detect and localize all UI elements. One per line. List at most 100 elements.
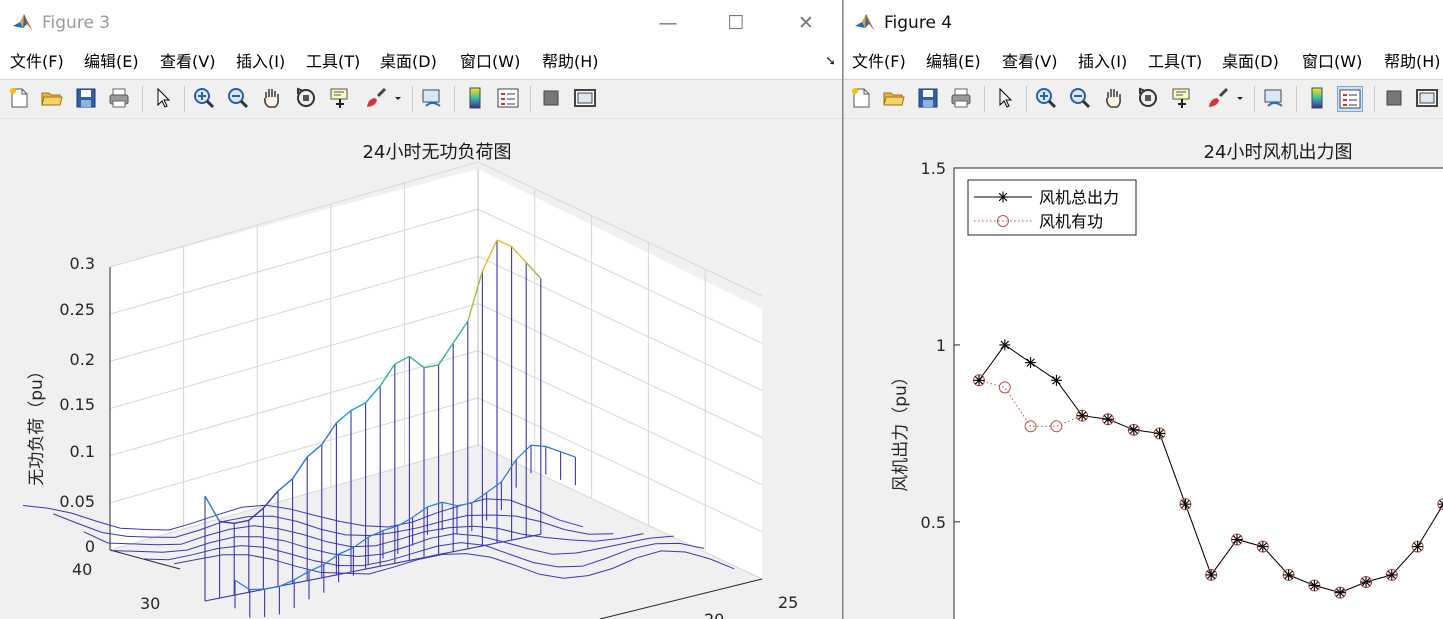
data-cursor-icon[interactable] [1170, 86, 1196, 112]
data-point-asterisk [1257, 541, 1269, 553]
axis-edge [110, 550, 762, 579]
titlebar[interactable]: Figure 3 — ☐ ✕ [0, 0, 842, 46]
x-axis-line [599, 578, 763, 619]
axes-box [953, 167, 1443, 619]
line-plot[interactable]: 0.5 1 1.5 24小时风机出力图 风机出力（pu） 风机总出力 风机有功 [844, 119, 1443, 619]
new-figure-icon[interactable] [849, 86, 875, 112]
ridge-segment [219, 520, 235, 525]
data-point-asterisk [1154, 427, 1166, 439]
open-file-icon[interactable] [40, 86, 66, 112]
y-tick-label: 30 [140, 594, 160, 613]
data-cursor-icon[interactable] [328, 86, 354, 112]
window-title: Figure 4 [884, 13, 953, 33]
toolbar-separator [412, 86, 413, 112]
data-point-asterisk [1179, 498, 1191, 510]
data-point-asterisk [1308, 580, 1320, 592]
ridge-base [204, 533, 541, 602]
data-point-asterisk [1050, 374, 1062, 386]
zoom-out-icon[interactable] [1068, 86, 1094, 112]
figure3-window: Figure 3 — ☐ ✕ 文件(F) 编辑(E) 查看(V) 插入(I) 工… [0, 0, 843, 619]
minimize-button[interactable]: — [648, 8, 688, 38]
toolbar-separator [1296, 86, 1297, 112]
y-tick-label: 1.5 [921, 159, 946, 178]
brush-icon[interactable] [1206, 86, 1232, 112]
z-axis-label: 无功负荷（pu） [27, 362, 47, 486]
menu-desktop[interactable]: 桌面(D) [1222, 51, 1279, 73]
menu-window[interactable]: 窗口(W) [1302, 51, 1362, 73]
link-plot-icon[interactable] [420, 86, 446, 112]
menu-insert[interactable]: 插入(I) [1078, 51, 1127, 73]
dock-arrow-icon[interactable]: ➘ [825, 54, 836, 69]
x-tick-label: 20 [704, 610, 724, 619]
axes-background [110, 169, 762, 579]
legend[interactable]: 风机总出力 风机有功 [967, 179, 1137, 236]
print-icon[interactable] [949, 86, 975, 112]
brush-icon[interactable] [364, 86, 390, 112]
y-tick-label: 0.5 [921, 513, 946, 532]
surface-plot[interactable]: 0 0.05 0.1 0.15 0.2 0.25 0.3 40 30 25 20… [0, 119, 843, 619]
zoom-in-icon[interactable] [192, 86, 218, 112]
save-icon[interactable] [916, 86, 942, 112]
rotate-3d-icon[interactable] [294, 86, 320, 112]
chevron-down-icon[interactable] [392, 86, 406, 112]
new-figure-icon[interactable] [7, 86, 33, 112]
menu-help[interactable]: 帮助(H) [542, 51, 599, 73]
z-tick-label: 0.05 [59, 492, 95, 511]
menu-edit[interactable]: 编辑(E) [926, 51, 981, 73]
menu-desktop[interactable]: 桌面(D) [380, 51, 437, 73]
toolbar-separator [184, 86, 185, 112]
menu-help[interactable]: 帮助(H) [1384, 51, 1441, 73]
mesh-row [22, 498, 584, 531]
figure4-window: Figure 4 文件(F) 编辑(E) 查看(V) 插入(I) 工具(T) 桌… [843, 0, 1443, 619]
open-file-icon[interactable] [882, 86, 908, 112]
legend-icon[interactable] [1337, 86, 1363, 112]
hide-plot-tools-icon[interactable] [539, 86, 565, 112]
menu-file[interactable]: 文件(F) [852, 51, 906, 73]
chevron-down-icon[interactable] [1234, 86, 1248, 112]
toolbar-separator [1026, 86, 1027, 112]
pointer-icon[interactable] [151, 86, 177, 112]
plot-title: 24小时无功负荷图 [363, 142, 512, 163]
z-tick-label: 0 [85, 537, 95, 556]
data-point-asterisk [1283, 569, 1295, 581]
menu-edit[interactable]: 编辑(E) [84, 51, 139, 73]
plot-title: 24小时风机出力图 [1204, 142, 1353, 163]
menu-tools[interactable]: 工具(T) [1148, 51, 1202, 73]
show-plot-tools-icon[interactable] [1415, 86, 1441, 112]
data-point-asterisk [1334, 587, 1346, 599]
menu-window[interactable]: 窗口(W) [460, 51, 520, 73]
show-plot-tools-icon[interactable] [573, 86, 599, 112]
link-plot-icon[interactable] [1262, 86, 1288, 112]
toolbar-separator [1254, 86, 1255, 112]
legend-label-total: 风机总出力 [1039, 188, 1119, 207]
menu-insert[interactable]: 插入(I) [236, 51, 285, 73]
menubar: 文件(F) 编辑(E) 查看(V) 插入(I) 工具(T) 桌面(D) 窗口(W… [844, 46, 1443, 80]
pointer-icon[interactable] [993, 86, 1019, 112]
save-icon[interactable] [74, 86, 100, 112]
legend-icon[interactable] [496, 86, 522, 112]
titlebar[interactable]: Figure 4 [844, 0, 1443, 46]
toolbar-separator [454, 86, 455, 112]
pan-hand-icon[interactable] [1102, 86, 1128, 112]
pan-hand-icon[interactable] [260, 86, 286, 112]
rotate-3d-icon[interactable] [1136, 86, 1162, 112]
menu-view[interactable]: 查看(V) [1002, 51, 1057, 73]
print-icon[interactable] [107, 86, 133, 112]
data-point-asterisk [1231, 534, 1243, 546]
close-button[interactable]: ✕ [786, 8, 826, 38]
toolbar-separator [530, 86, 531, 112]
data-point-asterisk [999, 339, 1011, 351]
menu-view[interactable]: 查看(V) [160, 51, 215, 73]
menu-file[interactable]: 文件(F) [10, 51, 64, 73]
colorbar-icon[interactable] [1305, 86, 1331, 112]
menubar: 文件(F) 编辑(E) 查看(V) 插入(I) 工具(T) 桌面(D) 窗口(W… [0, 46, 842, 80]
zoom-in-icon[interactable] [1034, 86, 1060, 112]
data-point-asterisk [1360, 576, 1372, 588]
zoom-out-icon[interactable] [226, 86, 252, 112]
menu-tools[interactable]: 工具(T) [306, 51, 360, 73]
hide-plot-tools-icon[interactable] [1382, 86, 1408, 112]
maximize-button[interactable]: ☐ [716, 8, 756, 38]
figure3-canvas: 0 0.05 0.1 0.15 0.2 0.25 0.3 40 30 25 20… [0, 119, 842, 619]
data-point-asterisk [1102, 413, 1114, 425]
colorbar-icon[interactable] [463, 86, 489, 112]
